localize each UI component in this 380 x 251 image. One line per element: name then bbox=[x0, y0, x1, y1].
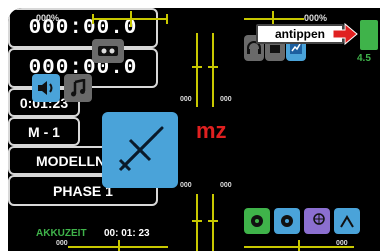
akku-time: 00: 01: 23 bbox=[104, 228, 150, 239]
cassette-icon[interactable] bbox=[92, 39, 124, 63]
trim-value-right: 000 bbox=[220, 96, 232, 103]
memory-box[interactable]: M - 1 bbox=[8, 117, 80, 146]
trim-marker bbox=[298, 240, 300, 251]
tap-callout-text: antippen bbox=[275, 27, 325, 41]
trim-percent-top-left: 000% bbox=[36, 13, 60, 23]
trim-bar-top-right[interactable] bbox=[244, 18, 304, 20]
trim-bar-vertical-right[interactable] bbox=[212, 33, 214, 107]
trim-value-bottom-left: 000 bbox=[56, 240, 68, 247]
memory-text: M - 1 bbox=[28, 123, 60, 140]
trim-marker bbox=[118, 240, 120, 251]
screen: 000% 000% 000 000 4.5 000:00.0 000:00.0 … bbox=[0, 0, 380, 251]
sensor-icon[interactable] bbox=[304, 208, 330, 234]
switches-icon[interactable] bbox=[244, 208, 270, 234]
trim-marker bbox=[192, 220, 202, 222]
speaker-icon[interactable] bbox=[32, 74, 60, 102]
trim-end bbox=[92, 14, 94, 24]
trim-bar-vertical-lower-left[interactable] bbox=[196, 194, 198, 251]
callout-arrow-icon bbox=[332, 22, 358, 46]
trim-bar-vertical-lower-right[interactable] bbox=[212, 194, 214, 251]
trim-marker bbox=[208, 66, 218, 68]
trim-value-lower-right: 000 bbox=[220, 182, 232, 189]
voltage-value: 4.5 bbox=[357, 53, 371, 64]
trim-marker bbox=[208, 220, 218, 222]
transmitter-display: 000% 000% 000 000 4.5 000:00.0 000:00.0 … bbox=[8, 8, 380, 251]
control-switch-icon[interactable] bbox=[274, 208, 300, 234]
trim-bar-vertical-left[interactable] bbox=[196, 33, 198, 107]
airplane-icon[interactable] bbox=[102, 112, 178, 188]
akku-label: AKKUZEIT bbox=[36, 228, 87, 239]
mz-logo: mz bbox=[196, 118, 227, 143]
trim-value-bottom-right: 000 bbox=[336, 240, 348, 247]
music-icon[interactable] bbox=[64, 74, 92, 102]
battery-icon bbox=[360, 20, 378, 50]
trim-percent-top-right: 000% bbox=[304, 13, 328, 23]
trim-end bbox=[166, 14, 168, 24]
trim-marker bbox=[130, 11, 132, 27]
chart-icon[interactable] bbox=[334, 208, 360, 234]
tap-callout: antippen bbox=[256, 24, 344, 44]
trim-marker bbox=[192, 66, 202, 68]
timer-top[interactable]: 000:00.0 bbox=[8, 8, 158, 48]
trim-value-left: 000 bbox=[180, 96, 192, 103]
trim-value-lower-left: 000 bbox=[180, 182, 192, 189]
